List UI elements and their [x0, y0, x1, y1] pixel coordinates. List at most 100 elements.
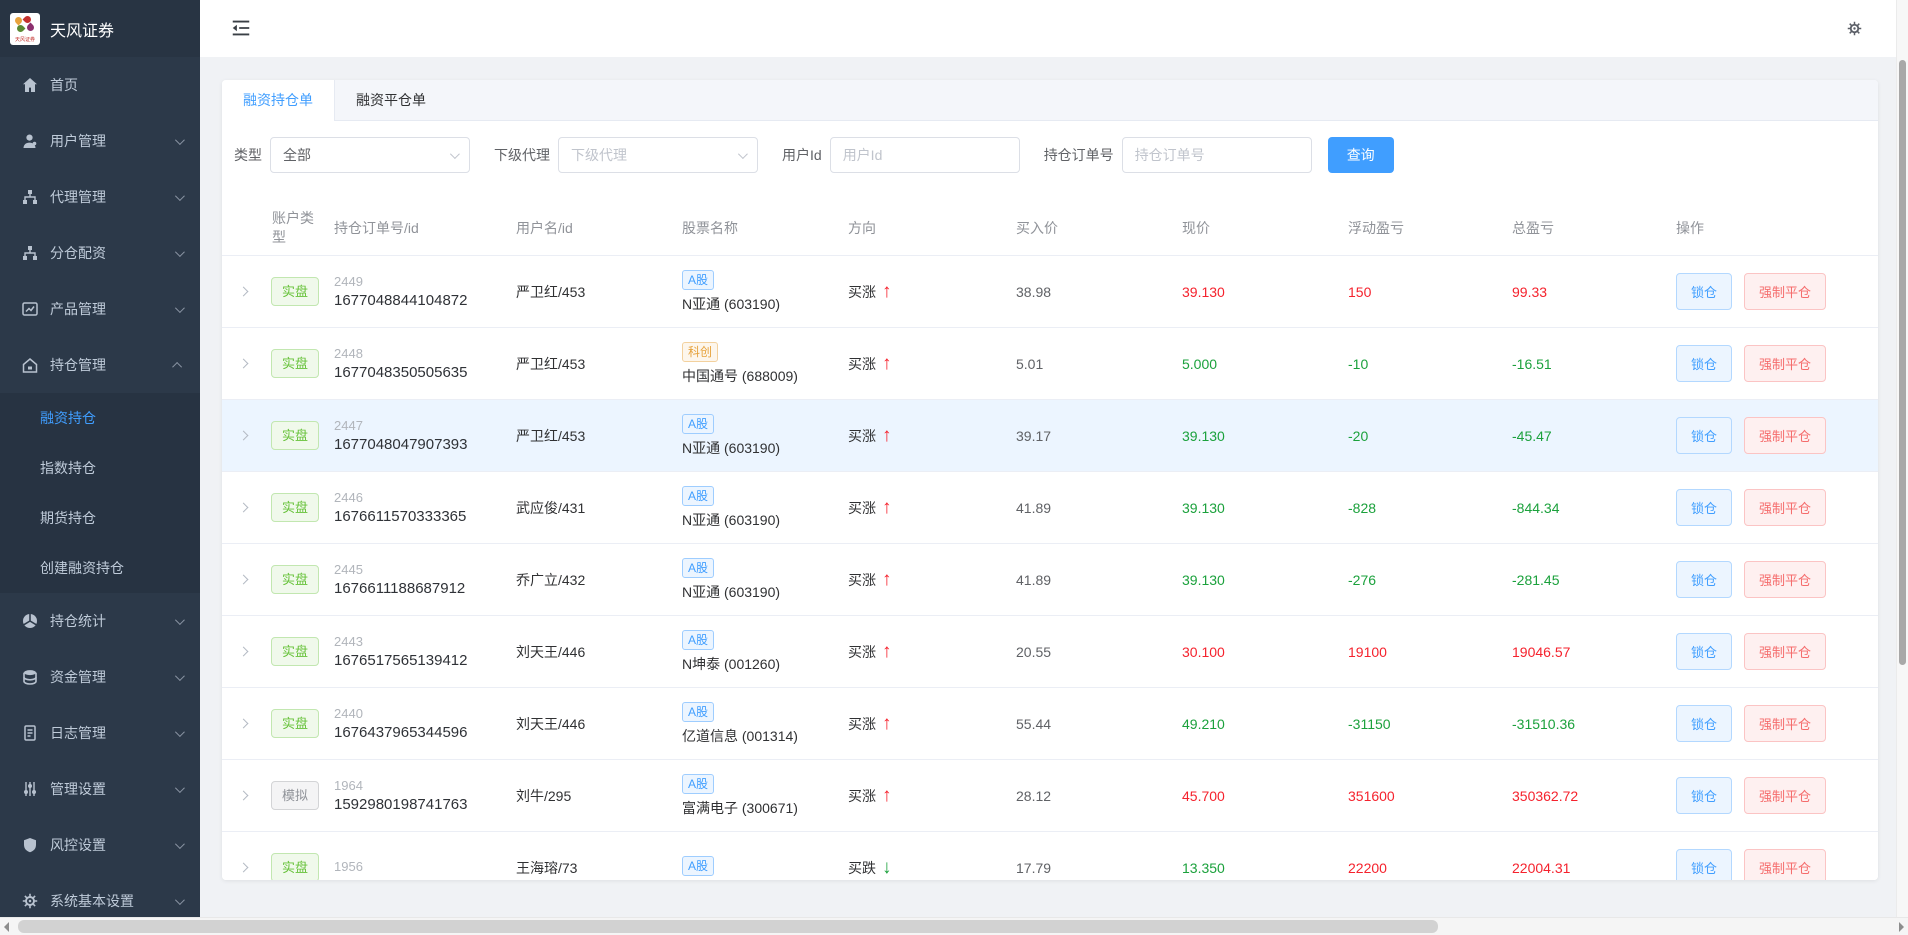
floating-pnl: 150 [1348, 284, 1371, 300]
total-pnl: -45.47 [1512, 428, 1552, 444]
row-expand-icon[interactable] [238, 575, 248, 585]
direction-label: 买涨 [848, 282, 876, 302]
force-close-button[interactable]: 强制平仓 [1744, 273, 1826, 310]
column-header: 账户类型 [264, 209, 326, 247]
search-button[interactable]: 查询 [1328, 137, 1394, 173]
row-expand-icon[interactable] [238, 863, 248, 873]
sidebar-menu-item[interactable]: 融资持仓 [0, 393, 200, 443]
position-order-number: 1676517565139412 [334, 652, 508, 669]
sidebar-menu-item[interactable]: 系统基本设置 [0, 873, 200, 917]
horizontal-scrollbar-thumb[interactable] [18, 920, 1438, 933]
current-price: 30.100 [1182, 644, 1225, 660]
order-no-input[interactable] [1122, 137, 1312, 173]
sidebar-menu-item[interactable]: 创建融资持仓 [0, 543, 200, 593]
chevron-icon [175, 615, 185, 625]
sidebar-collapse-icon[interactable] [230, 17, 252, 39]
total-pnl: -281.45 [1512, 572, 1559, 588]
lock-position-button[interactable]: 锁仓 [1676, 273, 1732, 310]
lock-position-button[interactable]: 锁仓 [1676, 489, 1732, 526]
force-close-button[interactable]: 强制平仓 [1744, 417, 1826, 454]
force-close-button[interactable]: 强制平仓 [1744, 561, 1826, 598]
lock-position-button[interactable]: 锁仓 [1676, 561, 1732, 598]
market-badge: 科创 [682, 342, 718, 362]
direction-arrow-icon: ↑ [882, 426, 892, 445]
force-close-button[interactable]: 强制平仓 [1744, 705, 1826, 742]
vertical-scrollbar[interactable] [1896, 0, 1908, 917]
sidebar-menu-item[interactable]: 持仓统计 [0, 593, 200, 649]
chevron-icon [175, 247, 185, 257]
sidebar-menu-item[interactable]: 指数持仓 [0, 443, 200, 493]
scroll-right-arrow-icon[interactable] [1899, 922, 1904, 932]
sidebar-menu-item[interactable]: 分仓配资 [0, 225, 200, 281]
menu-item-label: 日志管理 [50, 723, 106, 743]
force-close-button[interactable]: 强制平仓 [1744, 849, 1826, 880]
menu-item-icon [22, 133, 38, 149]
sidebar-menu-item[interactable]: 代理管理 [0, 169, 200, 225]
logo-petal [14, 15, 24, 25]
sidebar-menu-item[interactable]: 管理设置 [0, 761, 200, 817]
row-expand-icon[interactable] [238, 647, 248, 657]
menu-item-icon [22, 301, 38, 317]
buy-price: 17.79 [1008, 860, 1174, 876]
menu-item-label: 持仓统计 [50, 611, 106, 631]
market-badge: A股 [682, 774, 714, 794]
menu-item-label: 用户管理 [50, 131, 106, 151]
force-close-button[interactable]: 强制平仓 [1744, 489, 1826, 526]
sidebar-menu-item[interactable]: 产品管理 [0, 281, 200, 337]
menu-item-label: 代理管理 [50, 187, 106, 207]
floating-pnl: -828 [1348, 500, 1376, 516]
tab[interactable]: 融资持仓单 [222, 80, 335, 121]
lock-position-button[interactable]: 锁仓 [1676, 345, 1732, 382]
horizontal-scrollbar[interactable] [0, 917, 1908, 935]
floating-pnl: 19100 [1348, 644, 1387, 660]
agent-select-placeholder: 下级代理 [571, 145, 627, 165]
lock-position-button[interactable]: 锁仓 [1676, 705, 1732, 742]
scroll-left-arrow-icon[interactable] [4, 922, 9, 932]
column-header: 股票名称 [674, 219, 840, 238]
type-select[interactable]: 全部 [270, 137, 470, 173]
position-id: 1964 [334, 778, 508, 793]
menu-item-label: 风控设置 [50, 835, 106, 855]
row-expand-icon[interactable] [238, 719, 248, 729]
user-id-input[interactable] [830, 137, 1020, 173]
sidebar-menu-item[interactable]: 持仓管理 [0, 337, 200, 393]
menu-item-label: 创建融资持仓 [40, 558, 124, 578]
row-expand-icon[interactable] [238, 287, 248, 297]
lock-position-button[interactable]: 锁仓 [1676, 777, 1732, 814]
position-id: 2445 [334, 562, 508, 577]
row-expand-icon[interactable] [238, 431, 248, 441]
stock-name: N亚通 (603190) [682, 438, 780, 458]
position-id: 2446 [334, 490, 508, 505]
sidebar-menu-item[interactable]: 资金管理 [0, 649, 200, 705]
sidebar-menu-item[interactable]: 日志管理 [0, 705, 200, 761]
sidebar-menu-item[interactable]: 用户管理 [0, 113, 200, 169]
position-order-number: 1676437965344596 [334, 724, 508, 741]
force-close-button[interactable]: 强制平仓 [1744, 345, 1826, 382]
column-header: 操作 [1668, 219, 1878, 238]
sidebar-menu-item[interactable]: 首页 [0, 57, 200, 113]
market-badge: A股 [682, 414, 714, 434]
settings-gear-icon[interactable] [1847, 21, 1862, 36]
force-close-button[interactable]: 强制平仓 [1744, 633, 1826, 670]
sidebar-menu-item[interactable]: 风控设置 [0, 817, 200, 873]
direction-label: 买跌 [848, 858, 876, 878]
position-order-number: 1677048350505635 [334, 364, 508, 381]
lock-position-button[interactable]: 锁仓 [1676, 417, 1732, 454]
row-expand-icon[interactable] [238, 359, 248, 369]
current-price: 39.130 [1182, 284, 1225, 300]
row-expand-icon[interactable] [238, 503, 248, 513]
buy-price: 41.89 [1008, 500, 1174, 516]
menu-item-label: 分仓配资 [50, 243, 106, 263]
lock-position-button[interactable]: 锁仓 [1676, 633, 1732, 670]
direction-arrow-icon: ↑ [882, 786, 892, 805]
tab[interactable]: 融资平仓单 [335, 80, 448, 121]
force-close-button[interactable]: 强制平仓 [1744, 777, 1826, 814]
sidebar-menu-item[interactable]: 期货持仓 [0, 493, 200, 543]
user-name-id: 严卫红/453 [508, 354, 674, 374]
floating-pnl: -276 [1348, 572, 1376, 588]
agent-select[interactable]: 下级代理 [558, 137, 758, 173]
row-expand-icon[interactable] [238, 791, 248, 801]
lock-position-button[interactable]: 锁仓 [1676, 849, 1732, 880]
table-body: 实盘 2449 1677048844104872 严卫红/453 A股 N亚通 … [222, 256, 1878, 880]
vertical-scrollbar-thumb[interactable] [1899, 60, 1906, 665]
